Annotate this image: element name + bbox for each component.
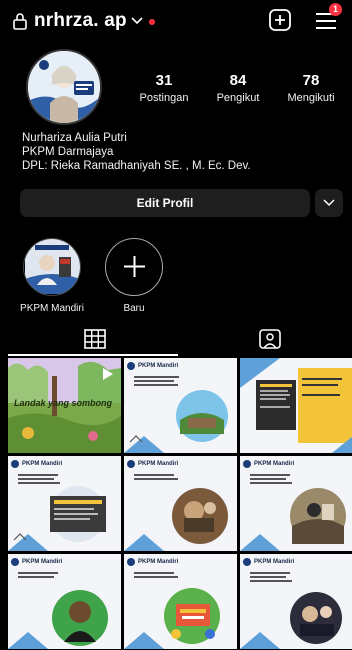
following-count: 78 <box>302 72 320 89</box>
tile-header: PKPM Mandiri <box>22 559 63 565</box>
post-thumbnail <box>124 456 237 551</box>
top-bar: nrhrza. ap 1 <box>0 0 352 44</box>
profile-tabs <box>0 322 352 356</box>
tile-header: PKPM Mandiri <box>254 461 295 467</box>
post-thumbnail <box>8 554 121 649</box>
following-stat[interactable]: 78 Mengikuti <box>280 72 342 104</box>
lock-icon <box>13 13 27 30</box>
suggest-toggle-button[interactable] <box>315 189 343 217</box>
tile-header: PKPM Mandiri <box>138 461 179 467</box>
bio-name: Nurhariza Aulia Putri <box>22 132 127 144</box>
tile-header: PKPM Mandiri <box>138 363 179 369</box>
post-tile[interactable]: Landak yang sombong <box>8 358 121 453</box>
post-tile[interactable]: PKPM Mandiri <box>124 358 237 453</box>
active-tab-indicator <box>8 354 178 356</box>
post-thumbnail <box>124 554 237 649</box>
new-highlight-circle <box>105 238 163 296</box>
highlight-label: PKPM Mandiri <box>20 303 84 314</box>
posts-stat[interactable]: 31 Postingan <box>136 72 192 104</box>
post-grid: Landak yang sombong PKPM Mandiri PKPM Ma… <box>8 358 352 650</box>
post-tile[interactable]: PKPM Mandiri <box>124 554 237 649</box>
post-tile[interactable] <box>240 358 352 453</box>
posts-count: 31 <box>155 72 173 89</box>
highlight-new[interactable]: Baru <box>102 238 166 314</box>
post-thumbnail <box>240 358 352 453</box>
tile-header: PKPM Mandiri <box>138 559 179 565</box>
post-thumbnail <box>124 358 237 453</box>
bio-line2: DPL: Rieka Ramadhaniyah SE. , M. Ec. Dev… <box>22 160 251 172</box>
followers-label: Pengikut <box>216 92 260 104</box>
post-thumbnail <box>240 456 352 551</box>
post-thumbnail <box>240 554 352 649</box>
account-status-dot <box>149 19 155 25</box>
following-label: Mengikuti <box>287 92 335 104</box>
grid-icon[interactable] <box>84 329 106 349</box>
post-tile[interactable]: PKPM Mandiri <box>8 456 121 551</box>
notification-badge: 1 <box>329 3 342 16</box>
post-tile[interactable]: PKPM Mandiri <box>240 554 352 649</box>
plus-icon <box>123 256 145 277</box>
tile-header: PKPM Mandiri <box>22 461 63 467</box>
chevron-down-icon <box>323 199 335 207</box>
post-tile[interactable]: PKPM Mandiri <box>8 554 121 649</box>
tagged-icon[interactable] <box>258 328 282 350</box>
post-tile[interactable]: PKPM Mandiri <box>240 456 352 551</box>
edit-profile-button[interactable]: Edit Profil <box>20 189 310 217</box>
chevron-down-icon[interactable] <box>131 16 143 26</box>
highlight-label: Baru <box>123 303 145 314</box>
profile-avatar[interactable] <box>26 49 102 125</box>
account-username[interactable]: nrhrza. ap <box>34 10 127 32</box>
profile-bio: Nurhariza Aulia Putri PKPM Darmajaya DPL… <box>22 131 251 173</box>
tile-header: PKPM Mandiri <box>254 559 295 565</box>
post-thumbnail <box>8 456 121 551</box>
followers-count: 84 <box>229 72 247 89</box>
add-post-icon[interactable] <box>268 8 292 32</box>
bio-line1: PKPM Darmajaya <box>22 146 114 158</box>
posts-label: Postingan <box>139 92 189 104</box>
highlight-cover <box>23 238 81 296</box>
highlight-pkpm-mandiri[interactable]: PKPM Mandiri <box>20 238 84 314</box>
post-title-text: Landak yang sombong <box>14 398 113 408</box>
followers-stat[interactable]: 84 Pengikut <box>210 72 266 104</box>
post-tile[interactable]: PKPM Mandiri <box>124 456 237 551</box>
